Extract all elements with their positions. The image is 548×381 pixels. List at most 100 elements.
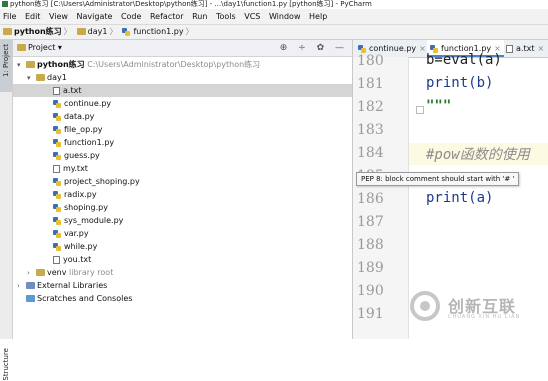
pycharm-icon (2, 1, 8, 7)
python-file-icon (53, 229, 61, 238)
python-file-icon (53, 177, 61, 186)
tree-item-a-txt[interactable]: a.txt (13, 84, 352, 97)
tree-item-var-py[interactable]: var.py (53, 227, 89, 240)
close-icon[interactable]: × (419, 44, 426, 53)
project-view-selector[interactable]: Project ▾ (17, 40, 62, 56)
folder-icon (76, 28, 86, 35)
breadcrumb: python练习〉 day1 〉 function1.py 〉 (0, 25, 548, 40)
tree-item-project-shoping-py[interactable]: project_shoping.py (53, 175, 140, 188)
python-file-icon (53, 203, 61, 212)
chevron-down-icon: ▾ (17, 61, 21, 69)
menu-file[interactable]: File (0, 9, 19, 24)
tree-item-while-py[interactable]: while.py (53, 240, 97, 253)
breadcrumb-file[interactable]: function1.py (122, 25, 184, 39)
python-file-icon (53, 112, 61, 121)
window-title: python练习 [C:\Users\Administrator\Desktop… (10, 0, 372, 8)
menu-help[interactable]: Help (306, 9, 330, 24)
tree-item-day1[interactable]: ▾ day1 (27, 71, 67, 84)
fold-marker-icon[interactable] (416, 106, 424, 114)
tree-item-guess-py[interactable]: guess.py (53, 149, 100, 162)
chevron-right-icon: › (17, 282, 20, 290)
project-panel-tools[interactable]: ⊕ ÷ ✿ — (280, 40, 348, 56)
tab-a-txt[interactable]: a.txt × (503, 40, 547, 57)
line-number: 180 (357, 53, 384, 69)
line-number: 183 (357, 122, 384, 138)
tree-item-continue-py[interactable]: continue.py (53, 97, 111, 110)
tree-item-scratches[interactable]: Scratches and Consoles (26, 292, 132, 305)
menu-bar: File Edit View Navigate Code Refactor Ru… (0, 9, 548, 25)
watermark-subtext: CHUANG XIN HU LIAN (448, 314, 521, 320)
chevron-right-icon: 〉 (185, 27, 194, 36)
folder-icon (3, 28, 12, 35)
text-file-icon (53, 164, 60, 173)
code-line-182[interactable]: """ (426, 98, 451, 114)
folder-icon (26, 61, 35, 68)
menu-view[interactable]: View (46, 9, 71, 24)
tree-item-you-txt[interactable]: you.txt (53, 253, 91, 266)
chevron-right-icon: 〉 (63, 27, 72, 36)
python-file-icon (53, 99, 61, 108)
left-tool-strip: 1: Project Structure (0, 40, 13, 381)
python-file-icon (53, 125, 61, 134)
folder-icon (17, 44, 26, 51)
line-number: 189 (357, 260, 384, 276)
tree-item-data-py[interactable]: data.py (53, 110, 94, 123)
text-file-icon (506, 44, 513, 53)
close-icon[interactable]: × (537, 44, 544, 53)
library-icon (26, 282, 35, 289)
python-file-icon (53, 190, 61, 199)
structure-tool-tab[interactable]: Structure (2, 348, 10, 381)
folder-icon (36, 269, 45, 276)
tree-item-root[interactable]: ▾ python练习 C:\Users\Administrator\Desktop… (17, 58, 260, 71)
line-number: 187 (357, 214, 384, 230)
project-panel-header: Project ▾ ⊕ ÷ ✿ — (13, 40, 352, 57)
line-number: 191 (357, 306, 384, 322)
breadcrumb-folder[interactable]: day1 (76, 25, 107, 39)
menu-run[interactable]: Run (189, 9, 210, 24)
code-line-186[interactable]: print(a) (426, 190, 493, 206)
line-number: 188 (357, 237, 384, 253)
line-number: 181 (357, 76, 384, 92)
tree-item-radix-py[interactable]: radix.py (53, 188, 97, 201)
menu-window[interactable]: Window (266, 9, 304, 24)
menu-refactor[interactable]: Refactor (147, 9, 187, 24)
code-line-181[interactable]: print(b) (426, 75, 493, 91)
python-file-icon (53, 138, 61, 147)
tree-item-external-libraries[interactable]: › External Libraries (17, 279, 107, 292)
python-file-icon (122, 27, 131, 36)
menu-vcs[interactable]: VCS (241, 9, 263, 24)
tree-item-file-op-py[interactable]: file_op.py (53, 123, 103, 136)
line-number: 186 (357, 191, 384, 207)
menu-tools[interactable]: Tools (213, 9, 239, 24)
folder-icon (36, 74, 45, 81)
python-file-icon (53, 216, 61, 225)
menu-code[interactable]: Code (118, 9, 144, 24)
menu-navigate[interactable]: Navigate (74, 9, 116, 24)
python-file-icon (53, 242, 61, 251)
tree-item-my-txt[interactable]: my.txt (53, 162, 88, 175)
chevron-right-icon: 〉 (109, 27, 118, 36)
project-tool-tab[interactable]: 1: Project (0, 40, 12, 92)
inspection-tooltip: PEP 8: block comment should start with '… (356, 172, 520, 186)
watermark-logo: 创新互联 CHUANG XIN HU LIAN (404, 287, 548, 331)
code-line-180[interactable]: b=eval(a) (426, 52, 502, 68)
python-file-icon (53, 151, 61, 160)
tree-item-function1-py[interactable]: function1.py (53, 136, 114, 149)
text-file-icon (53, 86, 60, 95)
breadcrumb-project[interactable]: python练习 (3, 25, 62, 39)
window-title-bar: python练习 [C:\Users\Administrator\Desktop… (0, 0, 548, 9)
tree-item-sys-module-py[interactable]: sys_module.py (53, 214, 123, 227)
scratches-icon (26, 295, 35, 302)
project-tool-tab-label: 1: Project (2, 44, 10, 77)
text-file-icon (53, 255, 60, 264)
tree-item-venv[interactable]: › venv library root (27, 266, 113, 279)
line-number: 182 (357, 99, 384, 115)
menu-edit[interactable]: Edit (22, 9, 44, 24)
code-line-184[interactable]: #pow函数的使用 (426, 144, 530, 164)
tree-item-shoping-py[interactable]: shoping.py (53, 201, 108, 214)
brand-logo-icon (410, 291, 440, 321)
line-number: 184 (357, 145, 384, 161)
project-panel: Project ▾ ⊕ ÷ ✿ — ▾ python练习 C:\Users\Adm… (13, 40, 353, 339)
python-file-icon (358, 44, 366, 53)
line-number: 190 (357, 283, 384, 299)
